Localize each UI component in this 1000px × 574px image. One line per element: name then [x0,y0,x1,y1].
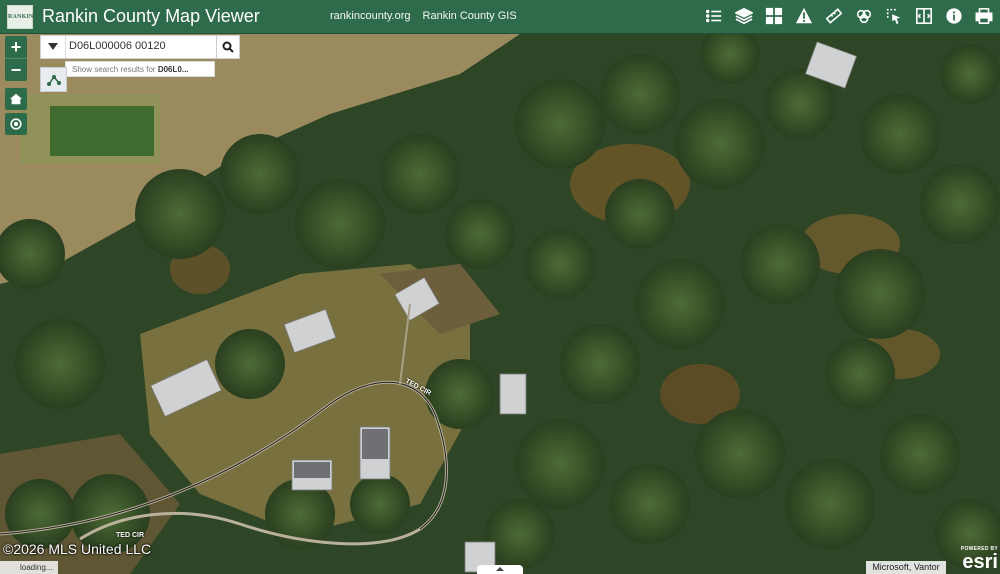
header-links: rankincounty.org Rankin County GIS [330,10,517,22]
app-header: RANKIN Rankin County Map Viewer rankinco… [0,0,1000,34]
info-icon[interactable] [944,6,964,26]
layer-list-icon[interactable] [704,6,724,26]
select-icon[interactable] [884,6,904,26]
search-source-dropdown[interactable] [41,36,66,58]
aerial-imagery [0,34,1000,574]
zoom-in-button[interactable]: + [5,36,27,58]
app-title: Rankin County Map Viewer [42,6,260,26]
zoom-control: + − [5,36,27,81]
map-attribution[interactable]: Microsoft, Vantor [866,561,946,574]
link-rankin-gis[interactable]: Rankin County GIS [423,10,517,22]
home-icon [9,93,23,105]
layers-icon[interactable] [734,6,754,26]
loading-indicator: loading... [0,561,58,574]
road-label-ted-cir-2: TED CIR [116,532,144,539]
measure-tool-button[interactable] [40,67,67,92]
home-button[interactable] [5,88,27,110]
route-icon [46,74,61,86]
basemap-gallery-icon[interactable] [764,6,784,26]
measure-icon[interactable] [824,6,844,26]
search-suggestion[interactable]: Show search results for D06L0... [65,61,215,77]
esri-logo[interactable]: POWERED BY esri [948,546,998,572]
print-icon[interactable] [974,6,994,26]
suggestion-term: D06L0... [157,65,189,74]
link-rankincounty[interactable]: rankincounty.org [330,10,411,22]
search-icon [222,41,234,53]
mls-copyright: ©2026 MLS United LLC [3,541,152,557]
toolbar [704,6,994,26]
locate-button[interactable] [5,113,27,135]
county-logo[interactable]: RANKIN [7,5,33,29]
suggestion-prefix: Show search results for [72,65,156,74]
caret-down-icon [48,43,58,50]
logo-text: RANKIN [8,14,34,20]
search-input[interactable]: D06L000006 00120 [69,40,209,52]
map-view[interactable] [0,34,1000,574]
search-button[interactable] [216,35,240,59]
swipe-icon[interactable] [914,6,934,26]
zoom-out-button[interactable]: − [5,58,27,81]
warning-icon[interactable] [794,6,814,26]
esri-wordmark: esri [962,551,998,573]
search-box: D06L000006 00120 ✕ [40,35,238,59]
analysis-icon[interactable] [854,6,874,26]
expand-panel-tab[interactable] [477,565,523,574]
locate-icon [10,118,22,130]
